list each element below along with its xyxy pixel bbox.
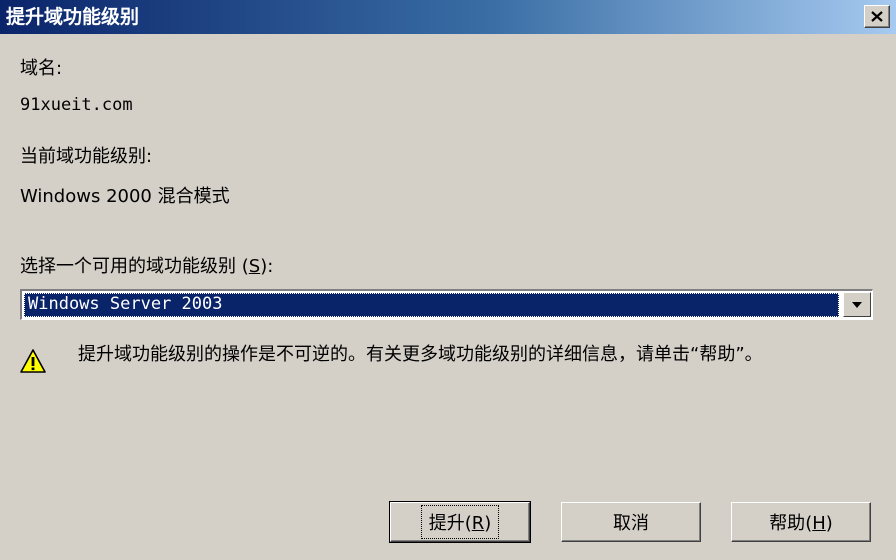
select-level-label-suffix: : — [267, 256, 274, 277]
current-level-label: 当前域功能级别: — [20, 146, 153, 167]
close-button[interactable] — [864, 5, 890, 28]
cancel-button[interactable]: 取消 — [561, 502, 701, 542]
title-bar[interactable]: 提升域功能级别 — [0, 0, 896, 34]
help-button[interactable]: 帮助(H) — [731, 502, 871, 542]
domain-name-value: 91xueit.com — [20, 95, 133, 115]
domain-level-select[interactable]: Windows Server 2003 — [20, 289, 873, 320]
current-level-value: Windows 2000 混合模式 — [20, 186, 230, 207]
select-level-accelerator: S — [248, 256, 261, 277]
raise-button[interactable]: 提升(R) — [389, 501, 531, 543]
domain-name-label: 域名: — [20, 58, 63, 79]
select-level-label-text: 选择一个可用的域功能级别 — [20, 256, 236, 277]
chevron-down-icon — [852, 301, 862, 308]
help-button-inner: 帮助(H) — [769, 513, 833, 534]
domain-level-selected-value[interactable]: Windows Server 2003 — [24, 293, 839, 317]
raise-button-label: 提升 — [428, 513, 465, 534]
raise-button-inner: 提升(R) — [420, 505, 500, 539]
dropdown-button[interactable] — [843, 292, 871, 317]
help-button-accelerator: H — [812, 513, 826, 534]
warning-icon — [20, 349, 46, 373]
warning-message: 提升域功能级别的操作是不可逆的。有关更多域功能级别的详细信息，请单击“帮助”。 — [78, 344, 763, 365]
window-title: 提升域功能级别 — [6, 6, 140, 28]
close-icon — [871, 11, 883, 22]
select-level-label: 选择一个可用的域功能级别 (S): — [20, 256, 274, 277]
help-button-label: 帮助 — [769, 513, 806, 534]
raise-button-accelerator: R — [471, 513, 485, 534]
cancel-button-label: 取消 — [613, 513, 649, 534]
